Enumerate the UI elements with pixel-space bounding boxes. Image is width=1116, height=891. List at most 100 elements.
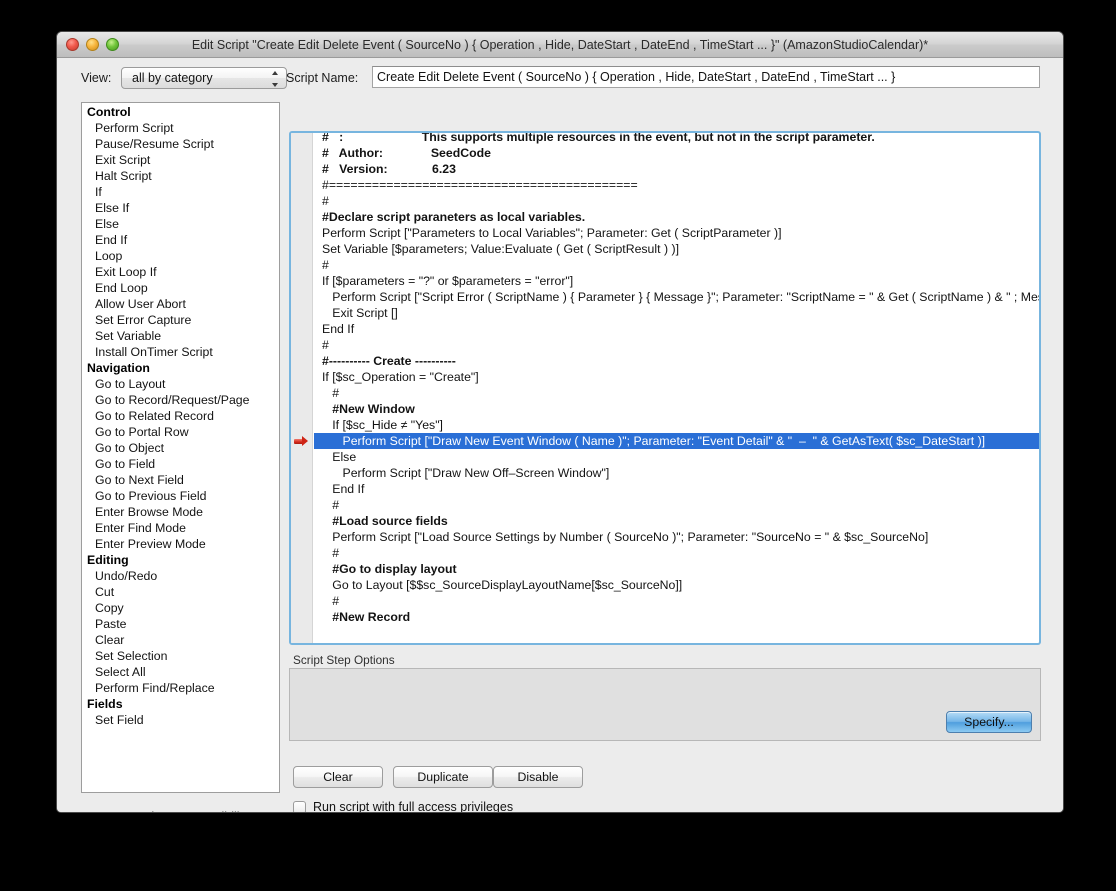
view-label: View:	[81, 71, 112, 85]
script-line-container[interactable]: # Purpose: Create, edit or delete an eve…	[314, 133, 1039, 643]
specify-button[interactable]: Specify...	[946, 711, 1032, 733]
script-line[interactable]: Perform Script ["Parameters to Local Var…	[314, 225, 1039, 241]
zoom-button-icon[interactable]	[106, 38, 119, 51]
script-line[interactable]: # Version: 6.23	[314, 161, 1039, 177]
step-list-item[interactable]: Set Variable	[82, 328, 279, 344]
script-line[interactable]: Go to Layout [$$sc_SourceDisplayLayoutNa…	[314, 577, 1039, 593]
step-category-header: Navigation	[87, 361, 150, 375]
script-line[interactable]: Exit Script []	[314, 305, 1039, 321]
script-gutter	[291, 133, 313, 643]
script-line[interactable]: #	[314, 337, 1039, 353]
step-list-item[interactable]: Enter Preview Mode	[82, 536, 279, 552]
full-access-checkbox[interactable]	[293, 800, 306, 812]
clear-button[interactable]: Clear	[293, 766, 383, 788]
script-name-label: Script Name:	[286, 71, 359, 85]
step-list-item[interactable]: Pause/Resume Script	[82, 136, 279, 152]
script-line[interactable]: Perform Script ["Draw New Off–Screen Win…	[314, 465, 1039, 481]
step-list-item[interactable]: Clear	[82, 632, 279, 648]
script-line[interactable]: # Author: SeedCode	[314, 145, 1039, 161]
script-step-options-label: Script Step Options	[293, 653, 395, 667]
edit-script-window: Edit Script "Create Edit Delete Event ( …	[56, 31, 1064, 813]
chevron-updown-icon	[271, 71, 279, 87]
script-line[interactable]: #	[314, 193, 1039, 209]
step-list-item[interactable]: Set Field	[82, 712, 279, 728]
window-title: Edit Script "Create Edit Delete Event ( …	[191, 37, 929, 52]
step-list-item[interactable]: Exit Loop If	[82, 264, 279, 280]
step-list-item[interactable]: End Loop	[82, 280, 279, 296]
step-list-item[interactable]: Copy	[82, 600, 279, 616]
step-list-item[interactable]: Perform Script	[82, 120, 279, 136]
script-line[interactable]: #New Window	[314, 401, 1039, 417]
close-button-icon[interactable]	[66, 38, 79, 51]
script-line[interactable]: #	[314, 385, 1039, 401]
script-step-list[interactable]: Control Perform Script Pause/Resume Script…	[81, 102, 280, 793]
show-compatibility-label: Show Compatibility	[143, 810, 249, 812]
step-list-item[interactable]: Exit Script	[82, 152, 279, 168]
script-line[interactable]: End If	[314, 481, 1039, 497]
script-line[interactable]: #	[314, 593, 1039, 609]
step-category-header: Fields	[87, 697, 123, 711]
duplicate-button[interactable]: Duplicate	[393, 766, 493, 788]
script-line[interactable]: Perform Script ["Load Source Settings by…	[314, 529, 1039, 545]
script-line[interactable]: End If	[314, 321, 1039, 337]
step-list-item[interactable]: Set Selection	[82, 648, 279, 664]
script-line[interactable]: Perform Script ["Script Error ( ScriptNa…	[314, 289, 1039, 305]
step-list-item[interactable]: Go to Object	[82, 440, 279, 456]
script-line[interactable]: If [$sc_Hide ≠ "Yes"]	[314, 417, 1039, 433]
script-line[interactable]: #New Record	[314, 609, 1039, 625]
step-list-item[interactable]: Go to Layout	[82, 376, 279, 392]
script-line[interactable]: #	[314, 545, 1039, 561]
view-select-value: all by category	[132, 71, 213, 85]
script-line-selected[interactable]: Perform Script ["Draw New Event Window (…	[314, 433, 1039, 449]
step-category-header: Control	[87, 105, 131, 119]
view-select[interactable]: all by category	[121, 67, 287, 89]
window-controls[interactable]	[66, 38, 119, 51]
script-line[interactable]: #=======================================…	[314, 177, 1039, 193]
step-list-item[interactable]: Enter Find Mode	[82, 520, 279, 536]
script-step-options-panel: Specify...	[289, 668, 1041, 741]
current-step-marker-icon	[294, 433, 310, 449]
desktop-background: Edit Script "Create Edit Delete Event ( …	[0, 0, 1116, 891]
step-list-item[interactable]: Go to Field	[82, 456, 279, 472]
step-list-item[interactable]: Go to Next Field	[82, 472, 279, 488]
step-list-item[interactable]: Go to Previous Field	[82, 488, 279, 504]
step-list-item[interactable]: Loop	[82, 248, 279, 264]
step-list-item[interactable]: Enter Browse Mode	[82, 504, 279, 520]
script-line[interactable]: #Declare script paraneters as local vari…	[314, 209, 1039, 225]
step-list-item[interactable]: End If	[82, 232, 279, 248]
full-access-row[interactable]: Run script with full access privileges	[293, 800, 514, 813]
script-line[interactable]: Else	[314, 449, 1039, 465]
step-list-item[interactable]: If	[82, 184, 279, 200]
script-name-input[interactable]	[372, 66, 1040, 88]
step-list-item[interactable]: Paste	[82, 616, 279, 632]
step-list-item[interactable]: Cut	[82, 584, 279, 600]
step-list-item[interactable]: Perform Find/Replace	[82, 680, 279, 696]
disable-button[interactable]: Disable	[493, 766, 583, 788]
step-list-item[interactable]: Set Error Capture	[82, 312, 279, 328]
full-access-label: Run script with full access privileges	[313, 800, 514, 813]
step-list-item[interactable]: Else If	[82, 200, 279, 216]
script-line[interactable]: Set Variable [$parameters; Value:Evaluat…	[314, 241, 1039, 257]
script-line[interactable]: #Load source fields	[314, 513, 1039, 529]
script-line[interactable]: If [$parameters = "?" or $parameters = "…	[314, 273, 1039, 289]
step-list-item[interactable]: Else	[82, 216, 279, 232]
toolbar-row: View: all by category Script Name:	[57, 58, 1063, 102]
minimize-button-icon[interactable]	[86, 38, 99, 51]
step-list-item[interactable]: Halt Script	[82, 168, 279, 184]
window-body: View: all by category Script Name: Contr…	[57, 58, 1063, 812]
script-line[interactable]: #	[314, 497, 1039, 513]
step-list-item[interactable]: Undo/Redo	[82, 568, 279, 584]
script-editor[interactable]: # Purpose: Create, edit or delete an eve…	[289, 131, 1041, 645]
step-list-item[interactable]: Go to Record/Request/Page	[82, 392, 279, 408]
script-line[interactable]: #Go to display layout	[314, 561, 1039, 577]
script-line[interactable]: # : This supports multiple resources in …	[314, 133, 1039, 145]
step-list-item[interactable]: Allow User Abort	[82, 296, 279, 312]
script-line[interactable]: If [$sc_Operation = "Create"]	[314, 369, 1039, 385]
step-list-item[interactable]: Install OnTimer Script	[82, 344, 279, 360]
step-list-item[interactable]: Go to Portal Row	[82, 424, 279, 440]
script-line[interactable]: #	[314, 257, 1039, 273]
step-list-item[interactable]: Go to Related Record	[82, 408, 279, 424]
window-titlebar[interactable]: Edit Script "Create Edit Delete Event ( …	[57, 32, 1063, 58]
script-line[interactable]: #---------- Create ----------	[314, 353, 1039, 369]
step-list-item[interactable]: Select All	[82, 664, 279, 680]
